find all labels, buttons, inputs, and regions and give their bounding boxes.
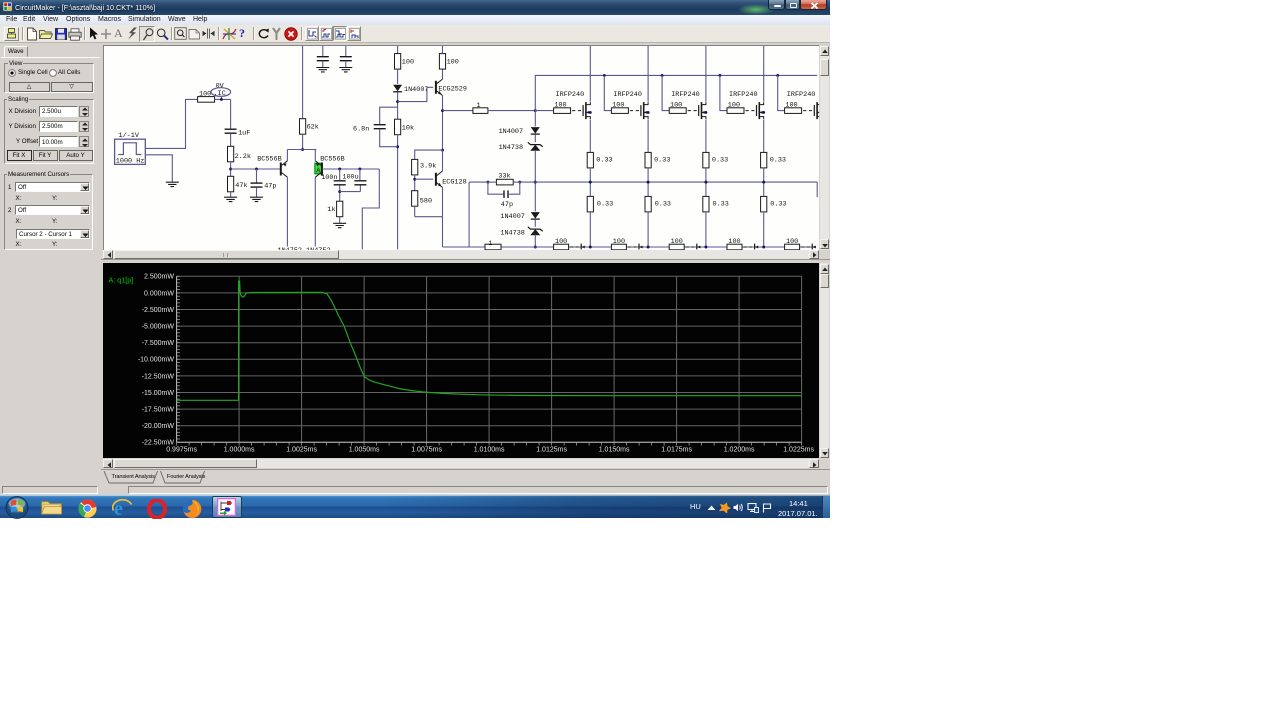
svg-text:100u: 100u <box>342 173 358 181</box>
svg-text:100: 100 <box>728 102 740 110</box>
svg-text:1: 1 <box>488 240 492 248</box>
svg-text:ECG128: ECG128 <box>442 178 466 186</box>
svg-text:100: 100 <box>447 59 459 67</box>
svg-text:A: q1[p]: A: q1[p] <box>109 276 134 285</box>
svg-text:100: 100 <box>554 102 566 110</box>
svg-text:47p: 47p <box>501 201 513 209</box>
svg-text:ECG2529: ECG2529 <box>438 85 467 93</box>
svg-text:1000 Hz: 1000 Hz <box>116 158 145 166</box>
svg-text:IRFP240: IRFP240 <box>729 91 758 99</box>
svg-text:1.0225ms: 1.0225ms <box>783 447 814 454</box>
svg-text:1.0100ms: 1.0100ms <box>474 447 505 454</box>
svg-text:100: 100 <box>613 238 625 246</box>
svg-text:-15.00mW: -15.00mW <box>142 390 175 397</box>
svg-text:100: 100 <box>786 238 798 246</box>
svg-text:1N4007: 1N4007 <box>500 213 524 221</box>
svg-text:-10.000mW: -10.000mW <box>138 357 175 364</box>
svg-text:1.0050ms: 1.0050ms <box>349 447 380 454</box>
svg-text:0.33: 0.33 <box>770 157 786 165</box>
svg-text:3.9k: 3.9k <box>420 162 436 170</box>
svg-text:2.2k: 2.2k <box>235 153 251 161</box>
svg-text:0.33: 0.33 <box>713 201 729 209</box>
svg-text:-7.500mW: -7.500mW <box>142 340 175 347</box>
svg-text:100: 100 <box>612 102 624 110</box>
svg-text:10k: 10k <box>402 125 414 133</box>
svg-text:-17.50mW: -17.50mW <box>142 407 175 414</box>
svg-text:6.8n: 6.8n <box>353 126 369 134</box>
svg-text:1/-1V: 1/-1V <box>119 132 140 140</box>
svg-text:0.33: 0.33 <box>770 201 786 209</box>
svg-text:IRFP240: IRFP240 <box>613 91 642 99</box>
svg-text:BC556B: BC556B <box>257 156 281 164</box>
svg-text:47k: 47k <box>235 182 247 190</box>
svg-text:1N4738: 1N4738 <box>499 144 523 152</box>
svg-text:47p: 47p <box>264 183 276 191</box>
svg-text:0.33: 0.33 <box>712 157 728 165</box>
svg-text:1uF: 1uF <box>238 129 250 137</box>
svg-text:0.9975ms: 0.9975ms <box>166 447 197 454</box>
svg-text:1.0150ms: 1.0150ms <box>599 447 630 454</box>
svg-text:1.0125ms: 1.0125ms <box>536 447 567 454</box>
svg-text:IRFP240: IRFP240 <box>671 91 700 99</box>
svg-text:1k: 1k <box>327 206 335 214</box>
svg-text:.IC: .IC <box>214 90 226 98</box>
svg-text:-20.00mW: -20.00mW <box>142 423 175 430</box>
svg-text:0.33: 0.33 <box>596 157 612 165</box>
svg-text:33k: 33k <box>498 173 510 181</box>
svg-text:0.33: 0.33 <box>654 157 670 165</box>
svg-text:1: 1 <box>477 102 481 110</box>
svg-text:100: 100 <box>785 102 797 110</box>
svg-text:1.0075ms: 1.0075ms <box>411 447 442 454</box>
svg-text:-2.500mW: -2.500mW <box>142 307 175 314</box>
svg-text:-5.000mW: -5.000mW <box>142 324 175 331</box>
svg-text:100: 100 <box>402 59 414 67</box>
svg-text:1N4007: 1N4007 <box>404 86 428 94</box>
svg-text:BC556B: BC556B <box>320 156 344 164</box>
svg-text:0.000mW: 0.000mW <box>144 290 174 297</box>
svg-text:100n: 100n <box>321 174 337 182</box>
svg-text:100: 100 <box>671 238 683 246</box>
svg-text:1.0000ms: 1.0000ms <box>224 447 255 454</box>
svg-text:62k: 62k <box>307 124 319 132</box>
svg-text:1N4738: 1N4738 <box>500 229 524 237</box>
svg-text:580: 580 <box>420 197 432 205</box>
svg-text:1N4007: 1N4007 <box>499 128 523 136</box>
svg-text:1.0200ms: 1.0200ms <box>724 447 755 454</box>
svg-text:IRFP240: IRFP240 <box>556 91 585 99</box>
svg-text:0V: 0V <box>216 82 225 90</box>
svg-text:-12.50mW: -12.50mW <box>142 373 175 380</box>
svg-text:IRFP240: IRFP240 <box>787 91 816 99</box>
svg-text:2.500mW: 2.500mW <box>144 274 174 281</box>
svg-text:100: 100 <box>728 238 740 246</box>
svg-text:100: 100 <box>670 102 682 110</box>
svg-text:1.0175ms: 1.0175ms <box>661 447 692 454</box>
svg-text:0.33: 0.33 <box>597 201 613 209</box>
svg-text:100: 100 <box>555 238 567 246</box>
svg-text:100: 100 <box>199 90 211 98</box>
svg-text:0.33: 0.33 <box>655 201 671 209</box>
svg-text:1.0025ms: 1.0025ms <box>286 447 317 454</box>
